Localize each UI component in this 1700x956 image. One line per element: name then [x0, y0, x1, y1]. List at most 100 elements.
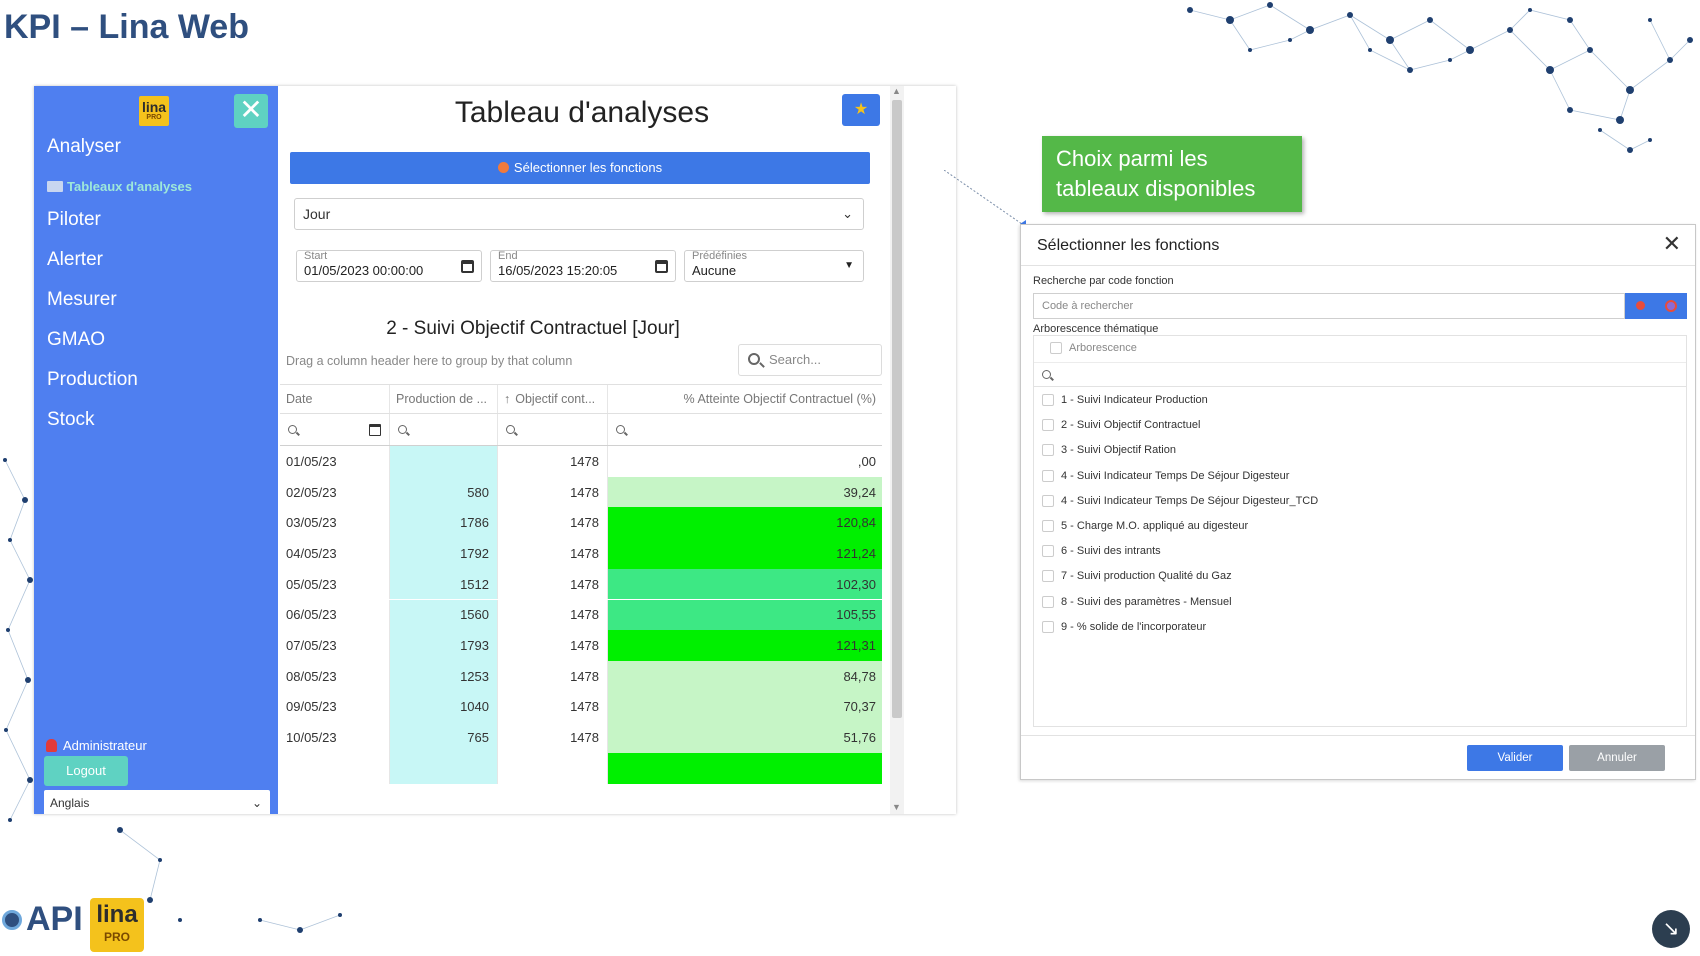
scroll-down-icon[interactable]: ▼: [892, 802, 901, 812]
nav-item-production[interactable]: Production: [47, 369, 138, 391]
table-row[interactable]: 06/05/23 1560 1478 105,55: [280, 599, 882, 631]
search-icon: [616, 425, 625, 434]
nav-sub-tableaux-analyses[interactable]: Tableaux d'analyses: [47, 179, 192, 194]
checkbox[interactable]: [1050, 342, 1062, 354]
period-select[interactable]: Jour ⌄: [294, 198, 864, 230]
tree-item[interactable]: 3 - Suivi Objectif Ration: [1042, 444, 1176, 457]
column-header-atteinte[interactable]: % Atteinte Objectif Contractuel (%): [608, 385, 882, 413]
select-functions-button[interactable]: Sélectionner les fonctions: [290, 152, 870, 184]
tree-item[interactable]: 7 - Suivi production Qualité du Gaz: [1042, 570, 1232, 583]
tree-item[interactable]: 6 - Suivi des intrants: [1042, 545, 1161, 558]
cell-objectif: 1478: [498, 630, 608, 661]
chevron-down-icon: ⌄: [251, 796, 262, 810]
calendar-icon[interactable]: [655, 260, 668, 273]
table-row[interactable]: 08/05/23 1253 1478 84,78: [280, 660, 882, 692]
api-logo: API: [2, 900, 83, 939]
clear-icon[interactable]: [1665, 300, 1677, 312]
search-icon: [1042, 370, 1051, 379]
period-value: Jour: [303, 206, 331, 222]
slide: KPI – Lina Web lina PRO ✕ Analyser Table…: [0, 0, 1700, 956]
tree-search-input[interactable]: [1034, 363, 1686, 387]
filter-atteinte[interactable]: [608, 414, 882, 445]
nav-item-mesurer[interactable]: Mesurer: [47, 289, 117, 311]
start-date-input[interactable]: 01/05/2023 00:00:00: [296, 250, 482, 282]
table-row[interactable]: 09/05/23 1040 1478 70,37: [280, 691, 882, 723]
cell-date: 04/05/23: [280, 538, 390, 569]
tree-item[interactable]: 9 - % solide de l'incorporateur: [1042, 620, 1206, 633]
tree-item-label: 3 - Suivi Objectif Ration: [1061, 444, 1176, 457]
cell-production: [390, 446, 498, 477]
checkbox[interactable]: [1042, 394, 1054, 406]
language-select[interactable]: Anglais ⌄: [44, 790, 270, 814]
grid-filter-row: [280, 414, 882, 446]
checkbox[interactable]: [1042, 595, 1054, 608]
column-header-objectif[interactable]: ↑ Objectif cont...: [498, 385, 608, 413]
grid-search-input[interactable]: Search...: [738, 344, 882, 376]
checkbox[interactable]: [1042, 545, 1054, 558]
tree-item[interactable]: 4 - Suivi Indicateur Temps De Séjour Dig…: [1042, 494, 1318, 507]
table-row[interactable]: 05/05/23 1512 1478 102,30: [280, 568, 882, 600]
checkbox[interactable]: [1042, 494, 1054, 507]
close-icon[interactable]: ✕: [1663, 231, 1681, 257]
nav-item-piloter[interactable]: Piloter: [47, 209, 101, 231]
calendar-icon[interactable]: [461, 260, 474, 273]
favorite-button[interactable]: ★: [842, 94, 880, 126]
logout-button[interactable]: Logout: [44, 756, 128, 786]
checkbox[interactable]: [1042, 444, 1054, 457]
tree-item[interactable]: 8 - Suivi des paramètres - Mensuel: [1042, 595, 1232, 608]
lina-logo-sub: PRO: [103, 930, 130, 944]
table-row[interactable]: 07/05/23 1793 1478 121,31: [280, 630, 882, 661]
table-row[interactable]: 02/05/23 580 1478 39,24: [280, 476, 882, 508]
nav-item-stock[interactable]: Stock: [47, 409, 95, 431]
table-row[interactable]: 10/05/23 765 1478 51,76: [280, 722, 882, 753]
checkbox[interactable]: [1042, 469, 1054, 482]
scroll-thumb[interactable]: [892, 100, 902, 718]
checkbox[interactable]: [1042, 419, 1054, 432]
tree-item[interactable]: 2 - Suivi Objectif Contractuel: [1042, 419, 1200, 432]
filter-date[interactable]: [280, 414, 390, 445]
slide-title: KPI – Lina Web: [4, 8, 249, 46]
cell-production: 1560: [390, 599, 498, 631]
filter-production[interactable]: [390, 414, 498, 445]
scrollbar[interactable]: ▲ ▼: [890, 86, 904, 814]
cell-objectif: 1478: [498, 538, 608, 569]
globe-icon: [2, 909, 22, 930]
close-sidebar-button[interactable]: ✕: [234, 94, 268, 128]
checkbox[interactable]: [1042, 570, 1054, 583]
tree-item[interactable]: 1 - Suivi Indicateur Production: [1042, 394, 1208, 406]
table-row[interactable]: 04/05/23 1792 1478 121,24: [280, 538, 882, 569]
star-icon: ★: [853, 101, 869, 118]
cell-objectif: 1478: [498, 722, 608, 753]
dialog-title: Sélectionner les fonctions: [1037, 237, 1220, 254]
column-header-production[interactable]: Production de ...: [390, 385, 498, 413]
table-row[interactable]: 01/05/23 1478,00: [280, 446, 882, 477]
table-row[interactable]: 03/05/23 1786 1478 120,84: [280, 507, 882, 539]
arrow-down-right-icon[interactable]: ↘: [1652, 910, 1690, 948]
cell-production: 1793: [390, 630, 498, 661]
cell-date: 05/05/23: [280, 568, 390, 600]
cell-objectif: 1478: [498, 691, 608, 723]
lina-pro-logo: lina PRO: [90, 898, 144, 952]
scroll-up-icon[interactable]: ▲: [892, 86, 901, 96]
checkbox[interactable]: [1042, 620, 1054, 633]
code-search-input[interactable]: Code à rechercher: [1033, 293, 1625, 319]
search-icon[interactable]: [1636, 301, 1645, 310]
annuler-button[interactable]: Annuler: [1569, 745, 1665, 771]
valider-button[interactable]: Valider: [1467, 745, 1563, 771]
table-row[interactable]: [280, 753, 882, 784]
nav-item-gmao[interactable]: GMAO: [47, 329, 105, 351]
column-header-date[interactable]: Date: [280, 385, 390, 413]
tree-head-label: Arborescence: [1069, 342, 1137, 354]
cell-date: 01/05/23: [280, 446, 390, 477]
tree-item[interactable]: 4 - Suivi Indicateur Temps De Séjour Dig…: [1042, 469, 1289, 482]
checkbox[interactable]: [1042, 520, 1054, 532]
tree-head[interactable]: Arborescence: [1050, 342, 1137, 354]
filter-objectif[interactable]: [498, 414, 608, 445]
end-date-input[interactable]: 16/05/2023 15:20:05: [490, 250, 676, 282]
cell-date: 07/05/23: [280, 630, 390, 661]
nav-item-analyser[interactable]: Analyser: [47, 136, 121, 158]
nav-item-alerter[interactable]: Alerter: [47, 249, 103, 271]
calendar-icon[interactable]: [369, 424, 381, 436]
tree-item[interactable]: 5 - Charge M.O. appliqué au digesteur: [1042, 520, 1248, 532]
tree-item-label: 1 - Suivi Indicateur Production: [1061, 394, 1208, 406]
